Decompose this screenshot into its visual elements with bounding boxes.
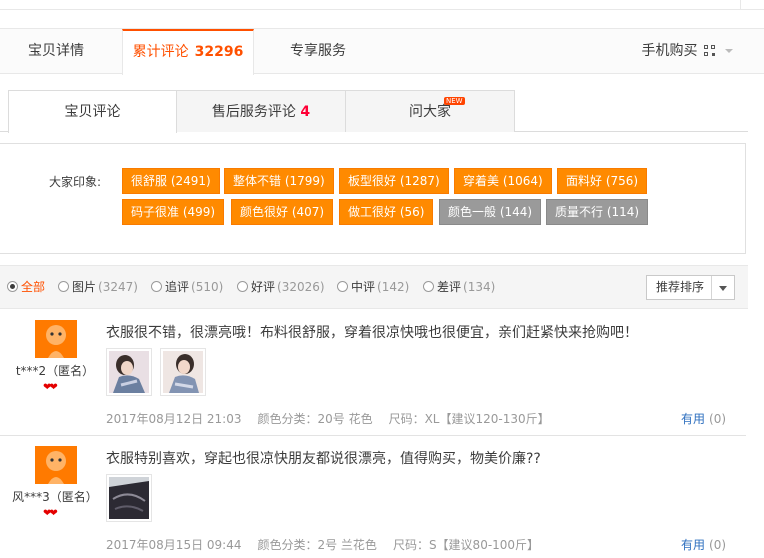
avatar [35, 446, 77, 484]
mobile-buy-label: 手机购买 [641, 43, 698, 59]
impression-tag-negative[interactable]: 颜色一般 (144) [439, 199, 542, 225]
radio-icon [337, 281, 348, 292]
useful-count: (0) [709, 538, 727, 552]
review-photo[interactable] [106, 348, 152, 396]
main-tabbar: 宝贝详情 累计评论 32296 专享服务 手机购买 [0, 28, 764, 75]
reviewer-level-hearts-icon: ❤❤ [43, 382, 58, 393]
review-item: t***2（匿名） ❤❤ 衣服很不错，很漂亮哦！布料很舒服，穿着很凉快哦也很便宜… [0, 310, 748, 436]
review-subtabs: 宝贝评论 售后服务评论 4 问大家 NEW [0, 90, 748, 133]
subtab-ask-all-label: 问大家 [409, 104, 451, 120]
filter-positive[interactable]: 好评 (32026) [237, 278, 325, 295]
review-photo[interactable] [160, 348, 206, 396]
useful-button[interactable]: 有用 (0) [681, 410, 726, 427]
impression-tag[interactable]: 做工很好 (56) [339, 199, 434, 225]
mobile-buy-button[interactable]: 手机购买 [622, 29, 752, 74]
impression-label: 大家印象: [49, 175, 102, 189]
chevron-down-icon [724, 49, 733, 53]
useful-label: 有用 [681, 538, 706, 552]
review-item: 风***3（匿名） ❤❤ 衣服特别喜欢，穿起也很凉快朋友都说很漂亮，值得购买，物… [0, 436, 748, 558]
tab-reviews-count: 32296 [194, 44, 244, 60]
filter-neutral[interactable]: 中评 (142) [337, 278, 409, 295]
review-text: 衣服很不错，很漂亮哦！布料很舒服，穿着很凉快哦也很便宜，亲们赶紧快来抢购吧！ [106, 325, 638, 341]
radio-icon [7, 281, 18, 292]
chevron-down-icon [719, 286, 727, 291]
review-color: 颜色分类：20号 花色 [257, 412, 373, 426]
subtab-item-reviews[interactable]: 宝贝评论 [8, 90, 177, 133]
useful-count: (0) [709, 412, 727, 426]
review-date: 2017年08月15日 09:44 [106, 538, 242, 552]
qr-code-icon [703, 45, 715, 56]
filter-count: (3247) [98, 280, 138, 294]
useful-button[interactable]: 有用 (0) [681, 536, 726, 553]
filter-count: (510) [191, 280, 224, 294]
radio-icon [151, 281, 162, 292]
tab-item-details[interactable]: 宝贝详情 [0, 29, 112, 74]
filter-label: 追评 [165, 280, 190, 294]
filter-label: 好评 [251, 280, 276, 294]
impression-panel: 大家印象: 很舒服 (2491) 整体不错 (1799) 板型很好 (1287)… [0, 143, 746, 254]
tab-reviews-label: 累计评论 [132, 44, 189, 60]
reviewer-name: t***2（匿名） [15, 364, 95, 378]
tab-reviews[interactable]: 累计评论 32296 [122, 29, 254, 75]
sort-label: 推荐排序 [656, 280, 705, 294]
impression-tag[interactable]: 板型很好 (1287) [339, 168, 449, 194]
sort-dropdown[interactable]: 推荐排序 [646, 275, 735, 300]
impression-tag[interactable]: 整体不错 (1799) [224, 168, 334, 194]
subtab-after-sale-count: 4 [300, 104, 311, 120]
impression-tag[interactable]: 很舒服 (2491) [122, 168, 220, 194]
filter-negative[interactable]: 差评 (134) [423, 278, 495, 295]
impression-tag[interactable]: 码子很准 (499) [122, 199, 225, 225]
review-meta: 2017年08月12日 21:03 颜色分类：20号 花色 尺码：XL【建议120-… [106, 410, 566, 427]
filter-pictures[interactable]: 图片 (3247) [58, 278, 138, 295]
review-text: 衣服特别喜欢，穿起也很凉快朋友都说很漂亮，值得购买，物美价廉?? [106, 451, 541, 467]
impression-tag-negative[interactable]: 质量不行 (114) [546, 199, 649, 225]
review-meta: 2017年08月15日 09:44 颜色分类：2号 兰花色 尺码：S【建议80-10… [106, 536, 555, 553]
subtab-after-sale-reviews[interactable]: 售后服务评论 4 [176, 90, 346, 132]
filter-count: (142) [377, 280, 410, 294]
radio-icon [58, 281, 69, 292]
review-date: 2017年08月12日 21:03 [106, 412, 242, 426]
review-filter-bar: 全部 图片 (3247) 追评 (510) 好评 (32026) 中评 (142) 差评… [0, 265, 748, 309]
impression-tag[interactable]: 穿着美 (1064) [454, 168, 552, 194]
avatar [35, 320, 77, 358]
subtab-after-sale-label: 售后服务评论 [211, 104, 296, 120]
radio-icon [237, 281, 248, 292]
new-badge: NEW [444, 97, 465, 105]
impression-tag[interactable]: 面料好 (756) [557, 168, 648, 194]
tab-exclusive-service[interactable]: 专享服务 [262, 29, 374, 74]
review-photo[interactable] [106, 474, 152, 522]
filter-label: 差评 [437, 280, 462, 294]
filter-all[interactable]: 全部 [7, 278, 45, 295]
filter-followup[interactable]: 追评 (510) [151, 278, 223, 295]
review-color: 颜色分类：2号 兰花色 [257, 538, 377, 552]
reviewer-name: 风***3（匿名） [12, 490, 98, 504]
filter-count: (32026) [277, 280, 325, 294]
filter-count: (134) [463, 280, 496, 294]
review-size: 尺码：XL【建议120-130斤】 [388, 412, 550, 426]
useful-label: 有用 [681, 412, 706, 426]
filter-label: 图片 [72, 280, 97, 294]
review-size: 尺码：S【建议80-100斤】 [392, 538, 540, 552]
subtab-ask-all[interactable]: 问大家 NEW [345, 90, 515, 132]
reviewer-level-hearts-icon: ❤❤ [43, 508, 58, 519]
filter-label: 中评 [351, 280, 376, 294]
impression-tag[interactable]: 颜色很好 (407) [231, 199, 334, 225]
radio-icon [423, 281, 434, 292]
filter-label: 全部 [21, 280, 46, 294]
top-strip [0, 0, 764, 10]
